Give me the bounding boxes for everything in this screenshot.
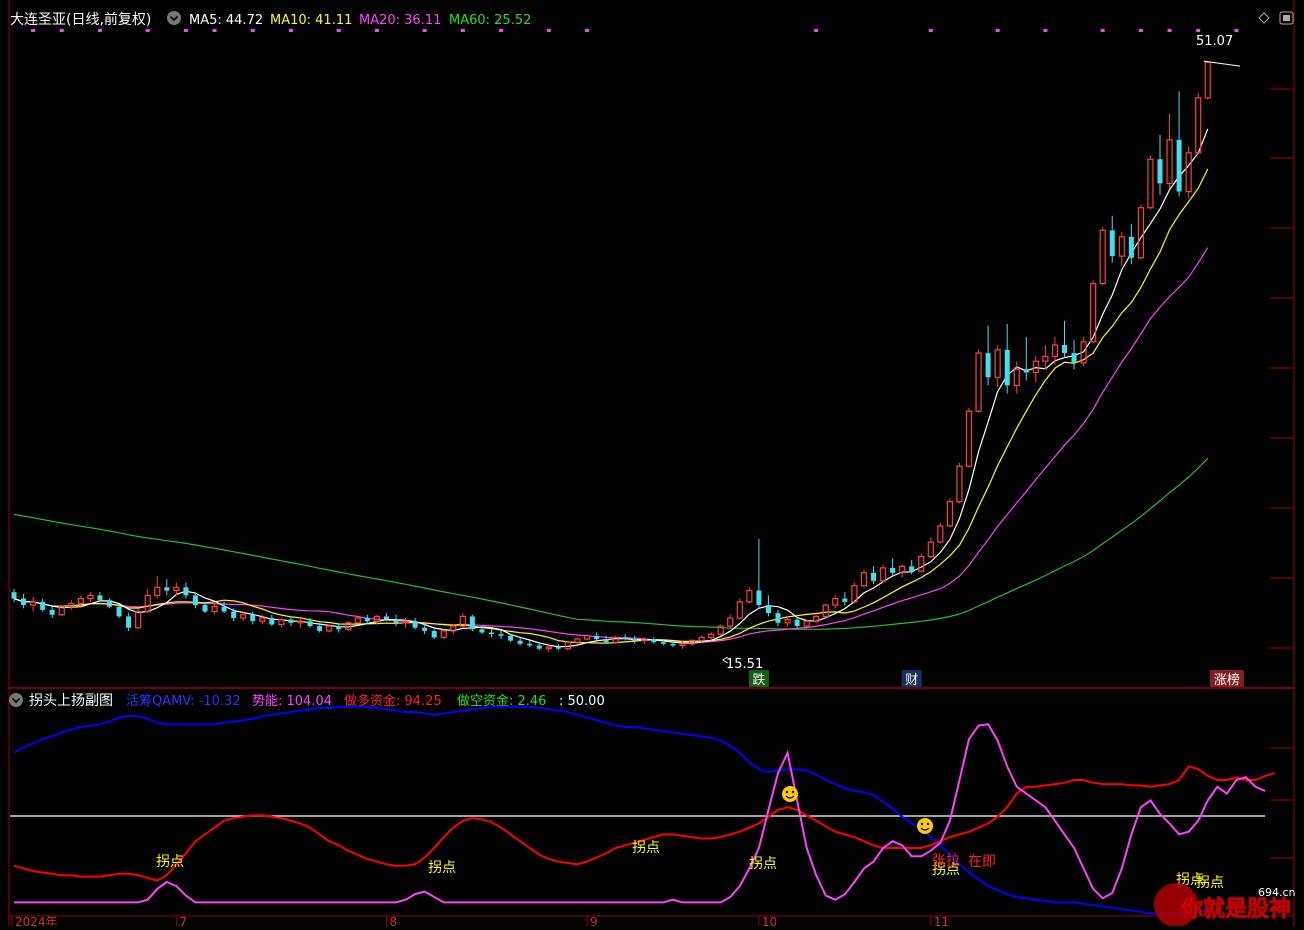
signal-dot <box>212 29 217 32</box>
marker-label: 在即 <box>968 854 996 870</box>
signal-dot <box>145 29 150 32</box>
date-label: 2024年 <box>15 915 58 926</box>
signal-dot <box>995 29 1000 32</box>
signal-dot <box>183 29 188 32</box>
signal-dot <box>1196 29 1201 32</box>
event-label: 涨榜 <box>1214 672 1240 688</box>
sub-title: 拐头上扬副图 <box>29 693 113 709</box>
event-tag: 跌 <box>748 670 769 688</box>
signal-dot <box>422 29 427 32</box>
date-label: 10 <box>762 915 777 926</box>
signal-dot <box>814 29 819 32</box>
date-label: 7 <box>179 915 187 926</box>
sub-settings-icon[interactable] <box>9 693 23 707</box>
marker-label: 张拉 <box>932 853 960 869</box>
signal-dot <box>1043 29 1048 32</box>
signal-dot <box>1234 29 1239 32</box>
watermark-text: 你就是股神 <box>1180 896 1291 922</box>
date-tick: 2024年 <box>11 915 58 929</box>
smiley-icon <box>917 818 933 834</box>
qamv-legend: 活筹QAMV: -10.32 <box>126 693 241 709</box>
event-label: 财 <box>905 673 918 688</box>
marker-label: 拐点 <box>156 854 184 870</box>
date-tick: 10 <box>758 915 777 929</box>
signal-dot <box>374 29 379 32</box>
ma5-legend: MA5: 44.72 <box>189 13 263 28</box>
chart-root: 大连圣亚(日线,前复权) MA5: 44.72 MA10: 41.11 MA20… <box>0 0 1304 929</box>
signal-dot <box>499 29 504 32</box>
signal-dot <box>1100 29 1105 32</box>
stock-name: 大连圣亚(日线,前复权) <box>10 11 151 28</box>
signal-dot <box>31 29 36 32</box>
signal-dot <box>460 29 465 32</box>
signal-dot <box>336 29 341 32</box>
watermark-site: 694.cn <box>1258 886 1296 899</box>
ma60-legend: MA60: 25.52 <box>449 13 531 28</box>
ma20-legend: MA20: 36.11 <box>359 13 441 28</box>
settings-icon[interactable] <box>167 11 181 25</box>
event-label: 跌 <box>752 672 765 688</box>
date-label: 9 <box>590 915 598 926</box>
background <box>0 0 1304 926</box>
low-annotation: 15.51 <box>722 656 763 672</box>
signal-dot <box>288 29 293 32</box>
date-label: 8 <box>389 915 397 926</box>
shineng-legend: 势能: 104.04 <box>252 693 332 709</box>
marker-label: 拐点 <box>632 840 660 856</box>
signal-dot <box>97 29 102 32</box>
stock-chart: 大连圣亚(日线,前复权) MA5: 44.72 MA10: 41.11 MA20… <box>0 0 1304 929</box>
date-label: 11 <box>934 915 949 926</box>
signal-dot <box>1138 29 1143 32</box>
date-tick: 11 <box>930 915 949 929</box>
event-tag: 财 <box>901 670 922 688</box>
marker-label: 拐点 <box>1196 875 1224 891</box>
signal-dot <box>59 29 64 32</box>
high-label: 51.07 <box>1196 34 1233 49</box>
ma10-legend: MA10: 41.11 <box>270 13 352 28</box>
candle <box>116 605 122 618</box>
event-tag: 涨榜 <box>1209 670 1244 688</box>
line50-legend: : 50.00 <box>559 694 605 709</box>
marker-label: 拐点 <box>428 860 456 876</box>
signal-dot <box>585 29 589 32</box>
signal-dot <box>928 29 933 32</box>
signal-dot <box>546 29 551 32</box>
signal-dot <box>250 29 255 32</box>
smiley-icon <box>782 786 798 802</box>
marker-label: 拐点 <box>749 856 777 872</box>
low-label: 15.51 <box>726 657 763 672</box>
candle <box>469 614 475 631</box>
signal-dot <box>1167 29 1172 32</box>
